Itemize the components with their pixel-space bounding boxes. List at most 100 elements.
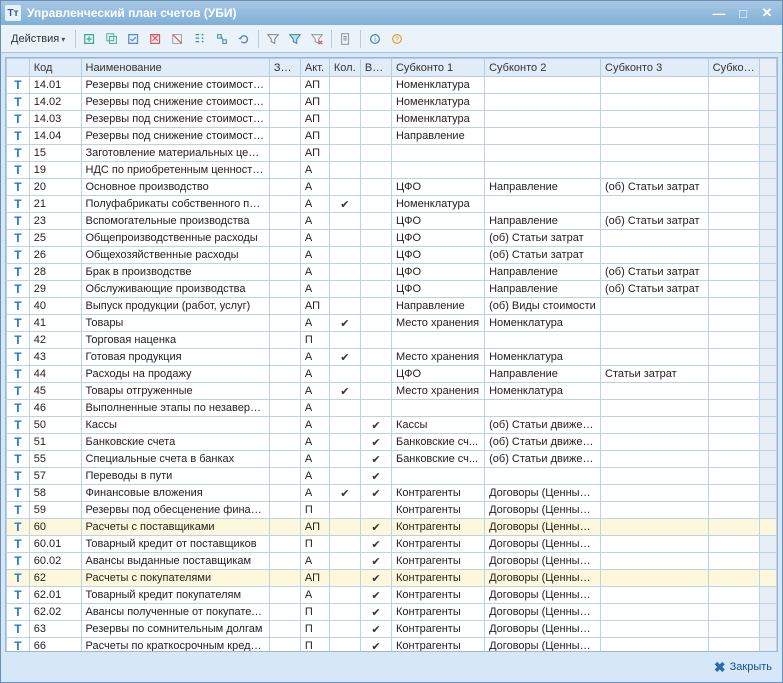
table-row[interactable]: T62Расчеты с покупателямиАП✔КонтрагентыД… — [7, 570, 777, 587]
table-row[interactable]: T60Расчеты с поставщикамиАП✔КонтрагентыД… — [7, 519, 777, 536]
cell-sk3 — [601, 383, 709, 400]
cell-kol: ✔ — [329, 349, 360, 366]
table-row[interactable]: T40Выпуск продукции (работ, услуг)АПНапр… — [7, 298, 777, 315]
clear-filter-button[interactable] — [307, 29, 327, 49]
cell-name: Торговая наценка — [81, 332, 269, 349]
cell-kod: 60.02 — [29, 553, 81, 570]
cell-kol — [329, 468, 360, 485]
hierarchy-button[interactable] — [190, 29, 210, 49]
t-account-icon: T — [7, 213, 30, 230]
table-row[interactable]: T14.01Резервы под снижение стоимости ...… — [7, 77, 777, 94]
cell-skx — [708, 315, 760, 332]
cell-val — [360, 247, 391, 264]
table-row[interactable]: T60.02Авансы выданные поставщикамА✔Контр… — [7, 553, 777, 570]
col-kod[interactable]: Код — [29, 59, 81, 77]
cell-sk3 — [601, 77, 709, 94]
table-row[interactable]: T42Торговая наценкаП — [7, 332, 777, 349]
table-row[interactable]: T21Полуфабрикаты собственного про...А✔Но… — [7, 196, 777, 213]
cell-sk3 — [601, 162, 709, 179]
cell-akt: П — [300, 332, 329, 349]
separator — [258, 30, 259, 48]
refresh-button[interactable] — [234, 29, 254, 49]
cell-akt: АП — [300, 77, 329, 94]
close-button[interactable]: ✕ — [756, 4, 778, 22]
titlebar[interactable]: Tт Управленческий план счетов (УБИ) — □ … — [1, 1, 782, 25]
table-row[interactable]: T60.01Товарный кредит от поставщиковП✔Ко… — [7, 536, 777, 553]
cell-name: Общепроизводственные расходы — [81, 230, 269, 247]
add-button[interactable] — [80, 29, 100, 49]
col-akt[interactable]: Акт. — [300, 59, 329, 77]
grid[interactable]: Код Наименование Заб. Акт. Кол. Вал. Суб… — [5, 57, 778, 652]
reports-button[interactable] — [336, 29, 356, 49]
col-skx[interactable]: Субкон... — [708, 59, 760, 77]
cell-akt: А — [300, 587, 329, 604]
table-row[interactable]: T44Расходы на продажуАЦФОНаправлениеСтат… — [7, 366, 777, 383]
cell-akt: П — [300, 502, 329, 519]
t-account-icon: T — [7, 196, 30, 213]
table-row[interactable]: T28Брак в производствеАЦФОНаправление(об… — [7, 264, 777, 281]
minimize-button[interactable]: — — [708, 4, 730, 22]
cell-skx — [708, 519, 760, 536]
col-sk3[interactable]: Субконто 3 — [601, 59, 709, 77]
col-kol[interactable]: Кол. — [329, 59, 360, 77]
cell-akt: АП — [300, 128, 329, 145]
col-icon[interactable] — [7, 59, 30, 77]
edit-button[interactable] — [124, 29, 144, 49]
table-row[interactable]: T45Товары отгруженныеА✔Место храненияНом… — [7, 383, 777, 400]
cell-kod: 60 — [29, 519, 81, 536]
table-row[interactable]: T58Финансовые вложенияА✔✔КонтрагентыДого… — [7, 485, 777, 502]
cell-akt: П — [300, 536, 329, 553]
col-name[interactable]: Наименование — [81, 59, 269, 77]
table-row[interactable]: T23Вспомогательные производстваАЦФОНапра… — [7, 213, 777, 230]
cell-kol — [329, 230, 360, 247]
col-zab[interactable]: Заб. — [269, 59, 300, 77]
table-row[interactable]: T46Выполненные этапы по незаверше...А — [7, 400, 777, 417]
cell-zab — [269, 417, 300, 434]
table-row[interactable]: T62.01Товарный кредит покупателямА✔Контр… — [7, 587, 777, 604]
table-row[interactable]: T29Обслуживающие производстваАЦФОНаправл… — [7, 281, 777, 298]
table-row[interactable]: T43Готовая продукцияА✔Место храненияНоме… — [7, 349, 777, 366]
table-row[interactable]: T62.02Авансы полученные от покупателейП✔… — [7, 604, 777, 621]
add-group-button[interactable] — [102, 29, 122, 49]
table-row[interactable]: T26Общехозяйственные расходыАЦФО(об) Ста… — [7, 247, 777, 264]
table-row[interactable]: T59Резервы под обесценение финанс...ПКон… — [7, 502, 777, 519]
cell-kod: 66 — [29, 638, 81, 653]
col-sk2[interactable]: Субконто 2 — [485, 59, 601, 77]
table-row[interactable]: T19НДС по приобретенным ценностямА — [7, 162, 777, 179]
table-row[interactable]: T25Общепроизводственные расходыАЦФО(об) … — [7, 230, 777, 247]
cell-akt: А — [300, 434, 329, 451]
cell-sk2: (об) Статьи движен... — [485, 434, 601, 451]
table-row[interactable]: T57Переводы в путиА✔ — [7, 468, 777, 485]
cell-val: ✔ — [360, 621, 391, 638]
table-row[interactable]: T14.02Резервы под снижение стоимости ...… — [7, 94, 777, 111]
chevron-down-icon: ▾ — [61, 35, 65, 44]
table-row[interactable]: T14.04Резервы под снижение стоимости ...… — [7, 128, 777, 145]
actions-menu[interactable]: Действия▾ — [5, 31, 71, 47]
t-account-icon: T — [7, 638, 30, 653]
table-row[interactable]: T20Основное производствоАЦФОНаправление(… — [7, 179, 777, 196]
close-link[interactable]: ✖ Закрыть — [714, 659, 772, 676]
table-row[interactable]: T14.03Резервы под снижение стоимости ...… — [7, 111, 777, 128]
cell-sk1: ЦФО — [391, 281, 484, 298]
col-val[interactable]: Вал. — [360, 59, 391, 77]
table-row[interactable]: T41ТоварыА✔Место храненияНоменклатура — [7, 315, 777, 332]
cell-kod: 29 — [29, 281, 81, 298]
table-row[interactable]: T66Расчеты по краткосрочным кредит...П✔К… — [7, 638, 777, 653]
mark-delete-button[interactable] — [168, 29, 188, 49]
cell-val — [360, 111, 391, 128]
table-row[interactable]: T50КассыА✔Кассы(об) Статьи движен... — [7, 417, 777, 434]
scrollbar-cell — [760, 213, 777, 230]
table-row[interactable]: T15Заготовление материальных ценн...АП — [7, 145, 777, 162]
subaccounts-button[interactable]: i — [365, 29, 385, 49]
maximize-button[interactable]: □ — [732, 4, 754, 22]
filter-button[interactable] — [263, 29, 283, 49]
table-row[interactable]: T63Резервы по сомнительным долгамП✔Контр… — [7, 621, 777, 638]
table-row[interactable]: T51Банковские счетаА✔Банковские сч...(об… — [7, 434, 777, 451]
col-sk1[interactable]: Субконто 1 — [391, 59, 484, 77]
filter-toggle-button[interactable] — [285, 29, 305, 49]
table-row[interactable]: T55Специальные счета в банкахА✔Банковски… — [7, 451, 777, 468]
help-button[interactable]: ? — [387, 29, 407, 49]
move-button[interactable] — [212, 29, 232, 49]
t-account-icon: T — [7, 468, 30, 485]
delete-button[interactable] — [146, 29, 166, 49]
